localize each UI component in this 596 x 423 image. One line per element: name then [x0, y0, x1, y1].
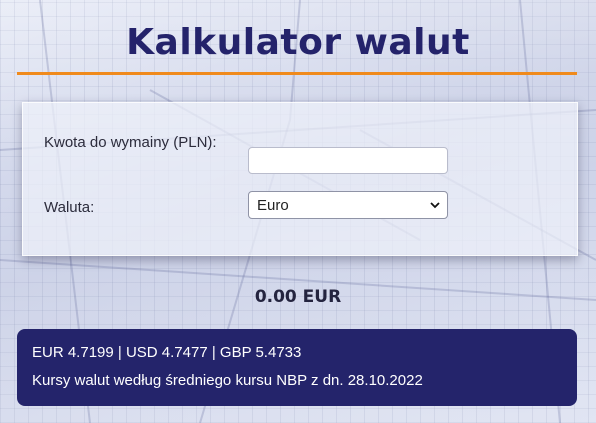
- exchange-rates-panel: EUR 4.7199 | USD 4.7477 | GBP 5.4733 Kur…: [17, 329, 577, 406]
- rates-summary: EUR 4.7199 | USD 4.7477 | GBP 5.4733: [32, 344, 302, 361]
- currency-label: Waluta:: [44, 199, 95, 216]
- amount-label: Kwota do wymainy (PLN):: [44, 134, 217, 151]
- converter-form: Kwota do wymainy (PLN): Waluta: Euro: [22, 102, 578, 256]
- title-underline: [17, 72, 577, 75]
- amount-input[interactable]: [248, 147, 448, 174]
- conversion-result: 0.00 EUR: [254, 287, 342, 307]
- currency-select-value: Euro: [257, 196, 289, 214]
- currency-select[interactable]: Euro: [248, 191, 448, 219]
- rates-source-note: Kursy walut według średniego kursu NBP z…: [32, 372, 423, 389]
- chevron-down-icon: [430, 202, 440, 209]
- page-title: Kalkulator walut: [126, 22, 470, 63]
